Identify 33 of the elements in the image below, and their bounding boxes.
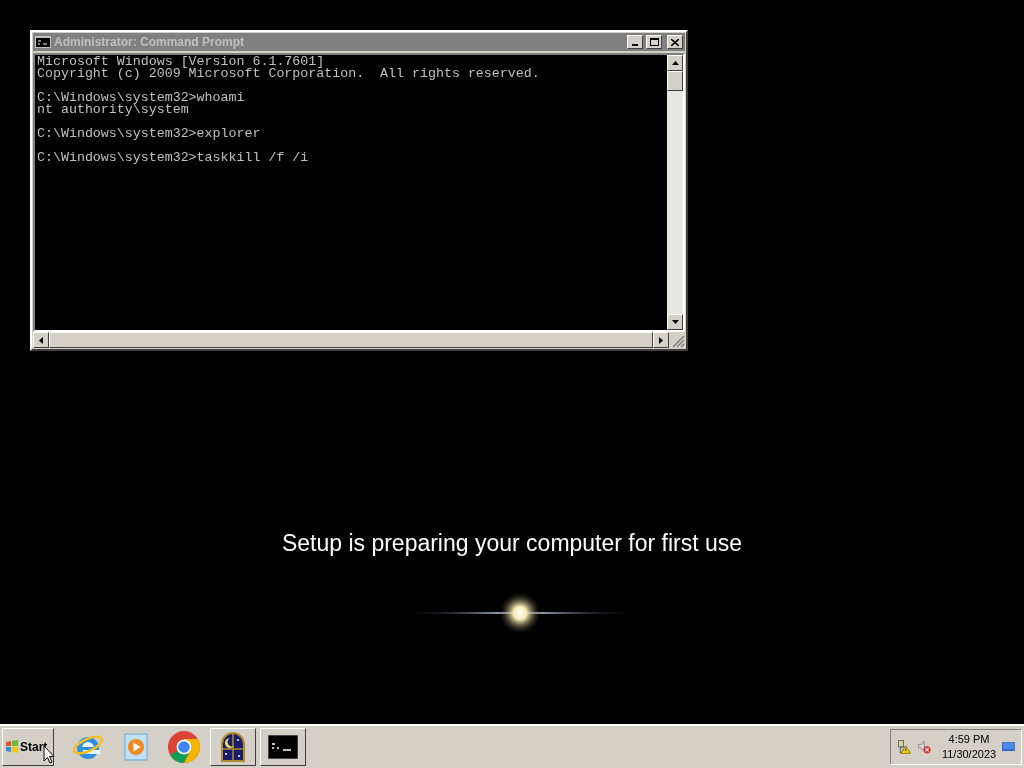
clock-time[interactable]: 4:59 PM (948, 732, 990, 747)
vertical-scrollbar[interactable] (667, 55, 683, 330)
console-icon (35, 36, 51, 48)
close-button[interactable] (667, 35, 683, 49)
setup-message: Setup is preparing your computer for first use (281, 529, 743, 558)
window-title: Administrator: Command Prompt (54, 34, 245, 51)
windows-flag-icon (5, 740, 19, 754)
night-window-icon (220, 732, 246, 762)
close-icon (671, 38, 679, 46)
taskbar-button[interactable] (210, 728, 256, 766)
scroll-down-button[interactable] (667, 314, 683, 330)
console-line: Copyright (c) 2009 Microsoft Corporation. All rights reserved. (37, 68, 540, 80)
up-arrow-icon (671, 61, 679, 65)
console-line: C:\Windows\system32>explorer (37, 128, 261, 140)
console-icon (268, 735, 298, 759)
muted-speaker-icon[interactable] (917, 738, 932, 756)
scroll-left-button[interactable] (33, 332, 49, 348)
minimize-button[interactable] (627, 35, 643, 49)
console-line: C:\Windows\system32>whoami (37, 92, 245, 104)
scroll-up-button[interactable] (667, 55, 683, 71)
scroll-right-button[interactable] (653, 332, 669, 348)
right-arrow-icon (659, 336, 663, 344)
console-line: nt authority\system (37, 104, 189, 116)
taskbar-button[interactable] (260, 728, 306, 766)
network-warning-icon[interactable] (897, 738, 912, 756)
console-line: Microsoft Windows [Version 6.1.7601] (37, 56, 325, 68)
console-line: C:\Windows\system32>taskkill /f /i (37, 152, 309, 164)
down-arrow-icon (671, 320, 679, 324)
show-desktop-icon[interactable] (1002, 740, 1015, 754)
maximize-button[interactable] (646, 35, 662, 49)
clock-date[interactable]: 11/30/2023 (941, 747, 997, 762)
left-arrow-icon (39, 336, 43, 344)
scroll-thumb[interactable] (667, 71, 683, 91)
